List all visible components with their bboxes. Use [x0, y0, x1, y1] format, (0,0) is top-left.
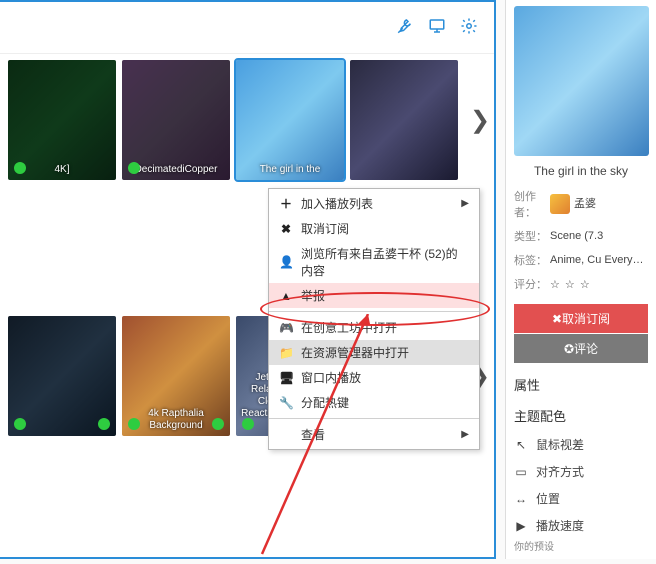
rating-stars: ☆ ☆ ☆ — [550, 278, 648, 291]
row: 4K]DecimatediCopper The girl in the ❯ — [0, 54, 494, 186]
side-panel: The girl in the sky 创作者： 孟婆 类型： Scene (7… — [505, 0, 656, 559]
props-list: ↖ 鼠标视差 ▭ 对齐方式 ↔ 位置 ▶ 播放速度 — [514, 431, 648, 539]
menu-item-label: 在资源管理器中打开 — [301, 344, 409, 361]
menu-item-label: 浏览所有来自孟婆干杯 (52)的内容 — [301, 245, 469, 279]
menu-item[interactable]: 查看 ▶ — [269, 422, 479, 447]
menu-item-icon: 👤 — [279, 255, 293, 269]
property-icon: ↖ — [514, 438, 528, 452]
rating-label: 评分： — [514, 276, 550, 292]
wallpaper-tile[interactable]: 4k Rapthalia Background — [122, 316, 230, 436]
property-item[interactable]: ▭ 对齐方式 — [514, 458, 648, 485]
meta-grid: 创作者： 孟婆 类型： Scene (7.3 标签： Anime, Cu Eve… — [514, 188, 648, 292]
menu-item[interactable]: 🖥 窗口内播放 — [269, 365, 479, 390]
type-label: 类型： — [514, 228, 550, 244]
status-dot — [242, 418, 254, 430]
type-value: Scene (7.3 — [550, 230, 648, 242]
wallpaper-title: The girl in the sky — [514, 164, 648, 178]
chevron-right-icon: ▶ — [461, 198, 469, 209]
menu-item[interactable]: 🔧 分配热键 — [269, 390, 479, 415]
property-label: 位置 — [536, 490, 560, 507]
wallpaper-thumbnail[interactable] — [514, 6, 649, 156]
context-menu: ＋ 加入播放列表 ▶ ✖ 取消订阅 👤 浏览所有来自孟婆干杯 (52)的内容 ▲ 举报 🎮 在创意工… — [268, 188, 480, 450]
topbar — [0, 2, 494, 54]
property-item[interactable]: ↔ 位置 — [514, 485, 648, 512]
status-dot — [14, 418, 26, 430]
wallpaper-tile[interactable]: 4K] — [8, 60, 116, 180]
menu-item-icon: 🖥 — [279, 371, 293, 385]
menu-item[interactable]: 📁 在资源管理器中打开 — [269, 340, 479, 365]
menu-separator — [269, 311, 479, 312]
wallpaper-tile[interactable] — [350, 60, 458, 180]
status-dot — [14, 162, 26, 174]
tags-label: 标签： — [514, 252, 550, 268]
side-buttons: ✖取消订阅 ✪评论 — [514, 304, 648, 363]
menu-item-icon: ✖ — [279, 222, 293, 236]
props-heading: 属性 — [514, 375, 648, 394]
menu-item-label: 取消订阅 — [301, 220, 349, 237]
property-icon: ▶ — [514, 519, 528, 533]
status-dot — [128, 418, 140, 430]
unsubscribe-button[interactable]: ✖取消订阅 — [514, 304, 648, 333]
comment-button[interactable]: ✪评论 — [514, 334, 648, 363]
menu-item-icon: 📁 — [279, 346, 293, 360]
gear-icon[interactable] — [460, 17, 478, 38]
menu-item[interactable]: ＋ 加入播放列表 ▶ — [269, 191, 479, 216]
status-dot — [212, 418, 224, 430]
wallpaper-tile[interactable]: The girl in the — [236, 60, 344, 180]
menu-item-label: 窗口内播放 — [301, 369, 361, 386]
tags-value: Anime, Cu Everyone — [550, 254, 648, 266]
theme-section: 主题配色 ↖ 鼠标视差 ▭ 对齐方式 ↔ 位置 ▶ 播放速度 — [514, 406, 648, 539]
menu-item-icon: 🎮 — [279, 321, 293, 335]
tile-label: The girl in the — [236, 164, 344, 176]
status-dot — [128, 162, 140, 174]
menu-item-icon: 🔧 — [279, 396, 293, 410]
row-next-button[interactable]: ❯ — [470, 90, 490, 150]
menu-item-label: 分配热键 — [301, 394, 349, 411]
property-label: 对齐方式 — [536, 463, 584, 480]
props-section: 属性 — [514, 375, 648, 394]
tiles: 4K]DecimatediCopper The girl in the — [8, 60, 458, 180]
property-icon: ↔ — [514, 492, 528, 506]
chevron-right-icon: ▶ — [461, 429, 469, 440]
status-dot — [98, 418, 110, 430]
author-value: 孟婆 — [550, 194, 648, 214]
property-label: 播放速度 — [536, 517, 584, 534]
menu-item[interactable]: 👤 浏览所有来自孟婆干杯 (52)的内容 — [269, 241, 479, 283]
theme-heading: 主题配色 — [514, 406, 648, 425]
author-label: 创作者： — [514, 188, 550, 220]
property-label: 鼠标视差 — [536, 436, 584, 453]
menu-item-label: 加入播放列表 — [301, 195, 373, 212]
menu-item-label: 查看 — [301, 426, 325, 443]
menu-item[interactable]: ▲ 举报 — [269, 283, 479, 308]
footer-text: 你的预设 — [514, 538, 554, 553]
menu-item[interactable]: 🎮 在创意工坊中打开 — [269, 315, 479, 340]
wallpaper-tile[interactable] — [8, 316, 116, 436]
property-item[interactable]: ▶ 播放速度 — [514, 512, 648, 539]
menu-item-label: 举报 — [301, 287, 325, 304]
menu-separator — [269, 418, 479, 419]
menu-item-label: 在创意工坊中打开 — [301, 319, 397, 336]
menu-item[interactable]: ✖ 取消订阅 — [269, 216, 479, 241]
avatar — [550, 194, 570, 214]
tools-icon[interactable] — [396, 17, 414, 38]
menu-item-icon: ＋ — [279, 195, 293, 212]
property-item[interactable]: ↖ 鼠标视差 — [514, 431, 648, 458]
menu-item-icon: ▲ — [279, 289, 293, 303]
monitor-icon[interactable] — [428, 17, 446, 38]
wallpaper-tile[interactable]: DecimatediCopper — [122, 60, 230, 180]
property-icon: ▭ — [514, 465, 528, 479]
